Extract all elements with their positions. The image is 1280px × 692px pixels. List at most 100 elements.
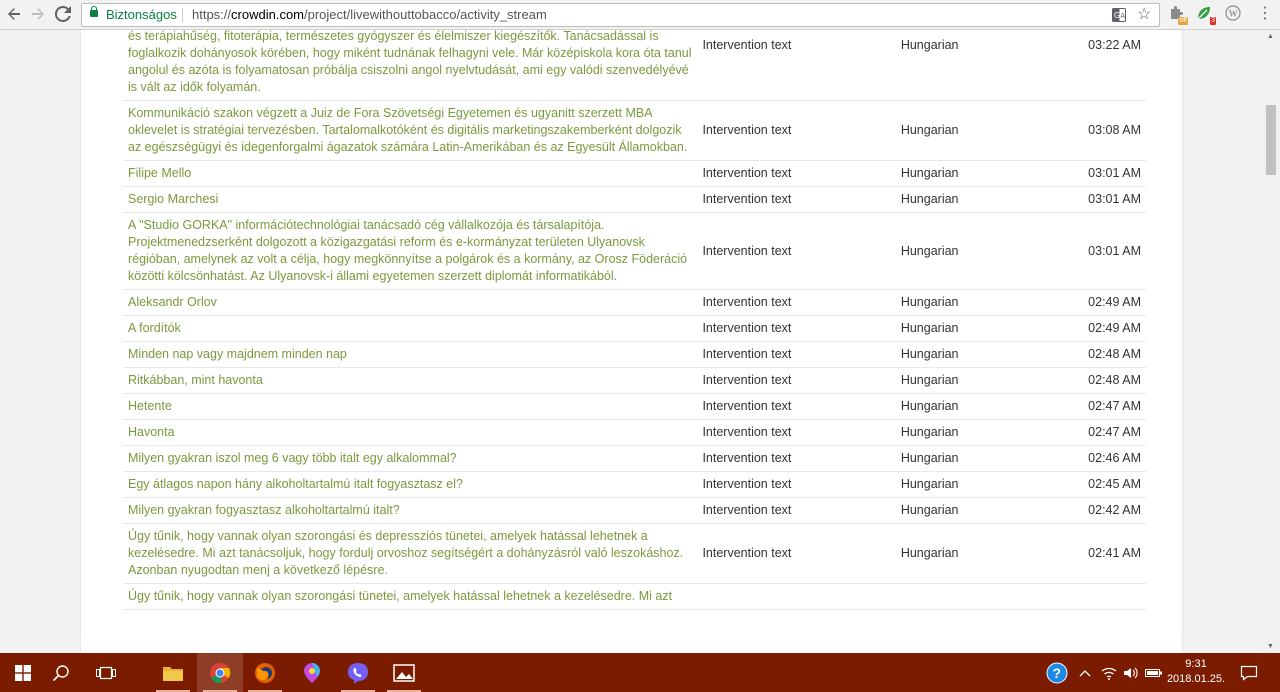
- windows-taskbar: ? 9:31 2018.01.25.: [0, 653, 1280, 692]
- battery-icon[interactable]: [1145, 653, 1163, 692]
- svg-text:G: G: [1114, 11, 1120, 20]
- activity-text-link[interactable]: Egy átlagos napon hány alkoholtartalmú i…: [123, 471, 698, 498]
- activity-type: Intervention text: [697, 367, 896, 394]
- activity-type: Intervention text: [697, 315, 896, 342]
- forward-button[interactable]: [28, 4, 48, 24]
- activity-language: Hungarian: [895, 160, 1075, 187]
- task-view-button[interactable]: [83, 653, 129, 692]
- activity-text-link[interactable]: Ritkábban, mint havonta: [123, 367, 698, 394]
- extension-button-2[interactable]: 3: [1195, 5, 1216, 25]
- clock-time: 9:31: [1185, 658, 1207, 670]
- activity-type: Intervention text: [697, 100, 896, 161]
- taskbar-file-explorer[interactable]: [150, 653, 196, 692]
- activity-row: Minden nap vagy majdnem minden nap Interv…: [123, 341, 1146, 368]
- activity-time: [1074, 583, 1146, 610]
- reload-icon: [54, 5, 71, 22]
- scroll-up-arrow-icon[interactable]: ▲: [1267, 33, 1274, 40]
- system-clock[interactable]: 9:31 2018.01.25.: [1166, 657, 1226, 687]
- activity-rows: Olasz vegyész, aki 1998 óta folyamatosan…: [123, 30, 1146, 610]
- activity-text-link[interactable]: Úgy tűnik, hogy vannak olyan szorongási …: [123, 583, 698, 610]
- activity-stream-table: Olasz vegyész, aki 1998 óta folyamatosan…: [123, 30, 1146, 610]
- activity-time: 02:42 AM: [1074, 497, 1146, 524]
- activity-text-link[interactable]: Milyen gyakran fogyasztasz alkoholtartal…: [123, 497, 698, 524]
- activity-text-link[interactable]: Milyen gyakran iszol meg 6 vagy több ita…: [123, 445, 698, 472]
- activity-text-link[interactable]: Aleksandr Orlov: [123, 289, 698, 316]
- activity-text-link[interactable]: Kommunikáció szakon végzett a Juiz de Fo…: [123, 100, 698, 161]
- bookmark-star-icon[interactable]: ☆: [1137, 4, 1151, 26]
- activity-type: Intervention text: [697, 445, 896, 472]
- notification-icon: [1240, 665, 1258, 681]
- activity-time: 02:46 AM: [1074, 445, 1146, 472]
- activity-text-link[interactable]: Olasz vegyész, aki 1998 óta folyamatosan…: [123, 30, 698, 101]
- taskbar-photos[interactable]: [381, 653, 427, 692]
- windows-logo-icon: [15, 664, 31, 681]
- activity-type: Intervention text: [697, 471, 896, 498]
- page-scrollbar[interactable]: ▲ ▼: [1262, 30, 1280, 653]
- activity-text-link[interactable]: Havonta: [123, 419, 698, 446]
- browser-menu-icon[interactable]: ⋮: [1257, 5, 1273, 23]
- activity-text-link[interactable]: Minden nap vagy majdnem minden nap: [123, 341, 698, 368]
- forward-arrow-icon: [32, 8, 44, 20]
- svg-text:A: A: [1121, 13, 1126, 20]
- wifi-icon[interactable]: [1101, 653, 1117, 692]
- wordpress-extension-button[interactable]: W: [1224, 5, 1242, 23]
- activity-time: 03:22 AM: [1074, 30, 1146, 101]
- action-center-button[interactable]: [1240, 653, 1258, 692]
- browser-toolbar: Biztonságos https://crowdin.com/project/…: [0, 0, 1280, 30]
- taskbar-chrome[interactable]: [197, 653, 243, 692]
- activity-row: Filipe Mello Intervention text Hungarian 03…: [123, 160, 1146, 187]
- activity-row: A fordítók Intervention text Hungarian 02:4…: [123, 315, 1146, 342]
- taskbar-balloon-app[interactable]: [289, 653, 335, 692]
- activity-type: Intervention text: [697, 523, 896, 584]
- activity-text-link[interactable]: Úgy tűnik, hogy vannak olyan szorongási …: [123, 523, 698, 584]
- scrollbar-thumb[interactable]: [1266, 105, 1276, 175]
- chrome-icon: [210, 662, 231, 683]
- activity-text-link[interactable]: A fordítók: [123, 315, 698, 342]
- address-bar[interactable]: Biztonságos https://crowdin.com/project/…: [81, 3, 1160, 27]
- activity-language: Hungarian: [895, 100, 1075, 161]
- activity-language: Hungarian: [895, 212, 1075, 290]
- activity-type: Intervention text: [697, 30, 896, 101]
- search-button[interactable]: [38, 653, 84, 692]
- activity-row: Olasz vegyész, aki 1998 óta folyamatosan…: [123, 30, 1146, 101]
- reload-button[interactable]: [53, 4, 73, 24]
- activity-text-link[interactable]: Filipe Mello: [123, 160, 698, 187]
- activity-row: Havonta Intervention text Hungarian 02:47 A…: [123, 419, 1146, 446]
- activity-text-link[interactable]: Sergio Marchesi: [123, 186, 698, 213]
- activity-language: Hungarian: [895, 497, 1075, 524]
- folder-icon: [163, 666, 183, 681]
- activity-language: Hungarian: [895, 367, 1075, 394]
- activity-time: 02:48 AM: [1074, 341, 1146, 368]
- activity-language: Hungarian: [895, 419, 1075, 446]
- activity-row: Hetente Intervention text Hungarian 02:47 A…: [123, 393, 1146, 420]
- activity-time: 02:48 AM: [1074, 367, 1146, 394]
- activity-type: Intervention text: [697, 393, 896, 420]
- activity-type: Intervention text: [697, 160, 896, 187]
- taskbar-viber[interactable]: [335, 653, 381, 692]
- activity-text-link[interactable]: A "Studio GORKA" információtechnológiai …: [123, 212, 698, 290]
- extension-button-1[interactable]: off: [1167, 5, 1188, 25]
- extension-badge-1: off: [1178, 17, 1188, 25]
- activity-language: Hungarian: [895, 341, 1075, 368]
- taskbar-firefox[interactable]: [242, 653, 288, 692]
- activity-row: Aleksandr Orlov Intervention text Hungaria…: [123, 289, 1146, 316]
- back-button[interactable]: [4, 4, 24, 24]
- activity-type: Intervention text: [697, 289, 896, 316]
- activity-type: Intervention text: [697, 497, 896, 524]
- activity-time: 02:45 AM: [1074, 471, 1146, 498]
- activity-language: Hungarian: [895, 30, 1075, 101]
- scroll-down-arrow-icon[interactable]: ▼: [1267, 643, 1274, 650]
- translate-icon[interactable]: GA: [1112, 6, 1126, 28]
- activity-text-link[interactable]: Hetente: [123, 393, 698, 420]
- clock-date: 2018.01.25.: [1166, 673, 1226, 685]
- help-tray-icon[interactable]: ?: [1046, 653, 1068, 692]
- activity-time: 02:41 AM: [1074, 523, 1146, 584]
- activity-time: 02:47 AM: [1074, 419, 1146, 446]
- volume-icon[interactable]: [1123, 653, 1139, 692]
- activity-language: Hungarian: [895, 315, 1075, 342]
- activity-row: Ritkábban, mint havonta Intervention text…: [123, 367, 1146, 394]
- url-text: https://crowdin.com/project/livewithoutt…: [192, 4, 547, 26]
- activity-type: Intervention text: [697, 341, 896, 368]
- show-hidden-icons-chevron-icon[interactable]: [1079, 653, 1091, 692]
- activity-row: Egy átlagos napon hány alkoholtartalmú i…: [123, 471, 1146, 498]
